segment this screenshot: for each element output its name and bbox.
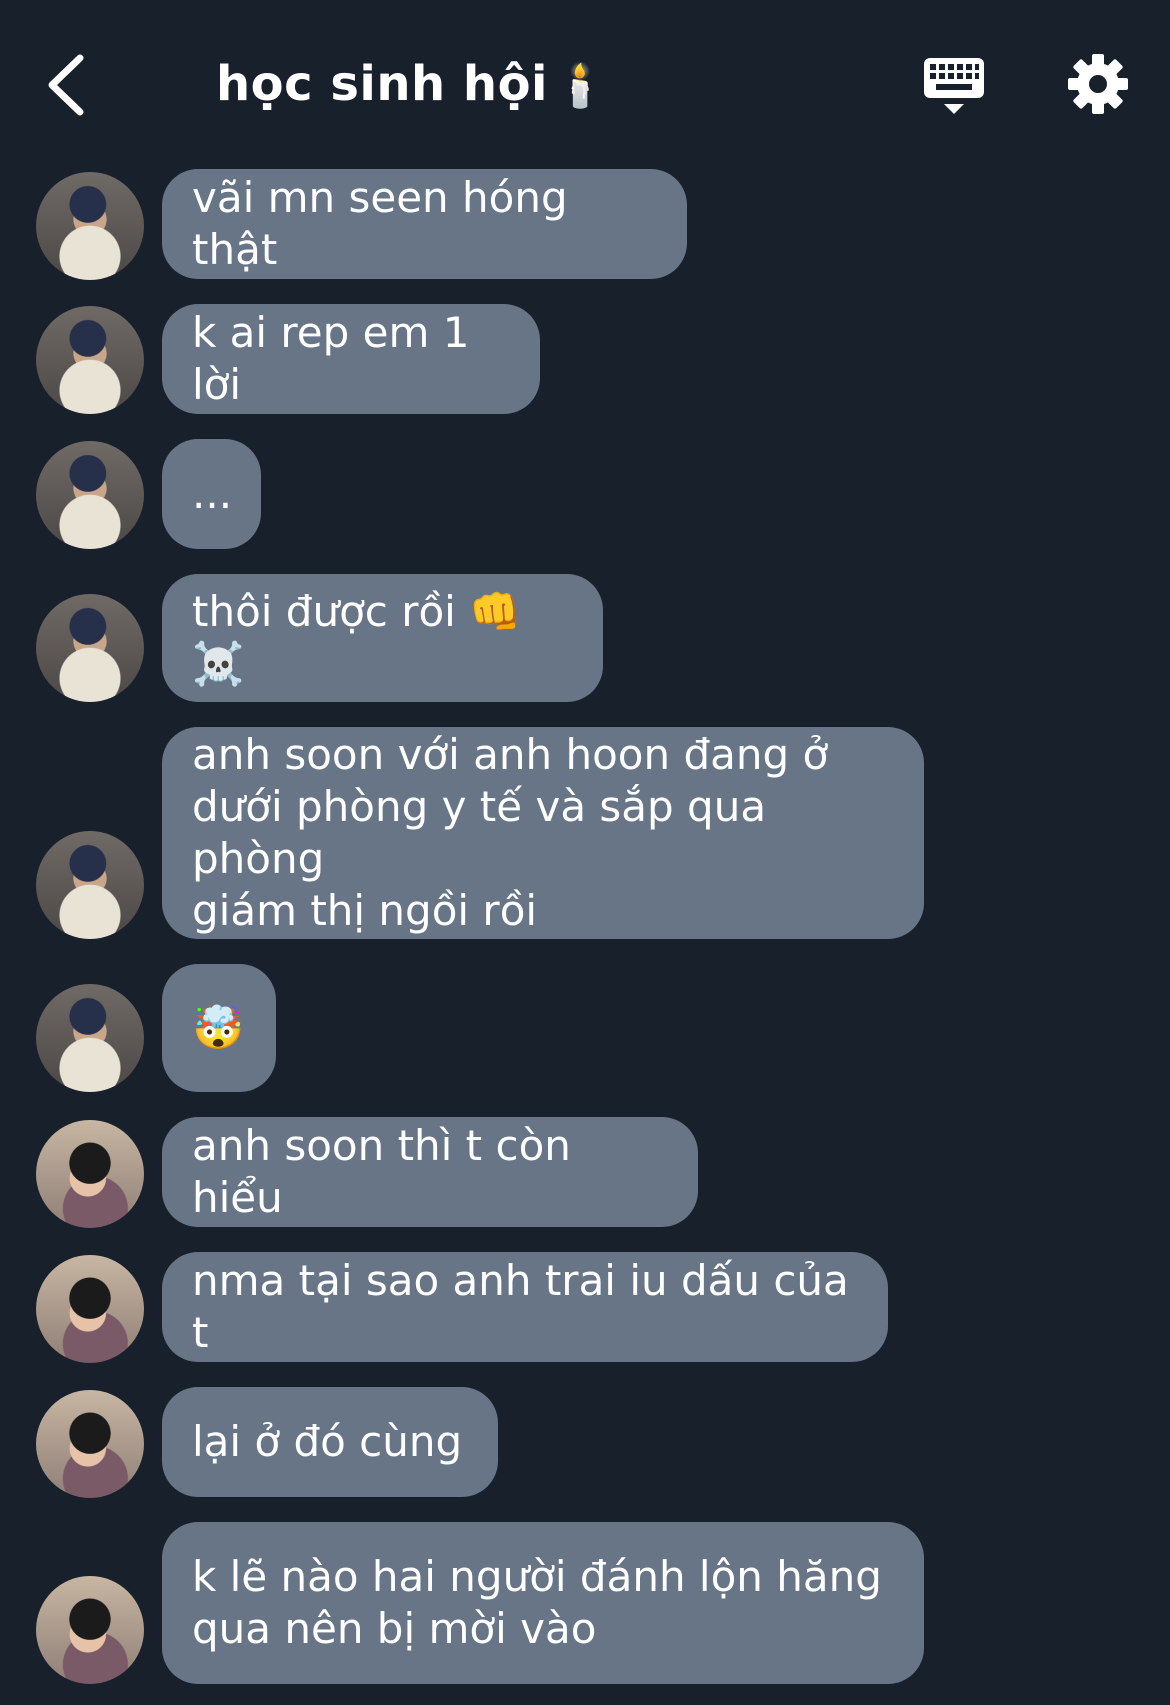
avatar[interactable] (36, 984, 144, 1092)
message-text: k ai rep em 1 lời (192, 308, 470, 409)
message-text: nma tại sao anh trai iu dấu của t (192, 1256, 849, 1357)
avatar[interactable] (36, 1255, 144, 1363)
message-bubble[interactable]: thôi được rồi 👊 ☠️ (162, 574, 603, 702)
avatar[interactable] (36, 172, 144, 280)
message-bubble[interactable]: k lẽ nào hai người đánh lộn hăng qua nên… (162, 1522, 924, 1684)
message-text: thôi được rồi 👊 ☠️ (192, 587, 522, 688)
avatar[interactable] (36, 831, 144, 939)
settings-button[interactable] (1066, 52, 1130, 116)
message-bubble[interactable]: vãi mn seen hóng thật (162, 169, 687, 279)
message-text: anh soon với anh hoon đang ở dưới phòng … (192, 730, 829, 935)
chat-header: học sinh hội 🕯️ (0, 0, 1170, 160)
candle-icon: 🕯️ (554, 61, 607, 110)
avatar[interactable] (36, 594, 144, 702)
avatar[interactable] (36, 306, 144, 414)
chevron-left-icon (48, 54, 84, 116)
message-bubble[interactable]: anh soon thì t còn hiểu (162, 1117, 698, 1227)
gear-icon (1068, 54, 1128, 114)
message-bubble[interactable]: nma tại sao anh trai iu dấu của t (162, 1252, 888, 1362)
avatar[interactable] (36, 1120, 144, 1228)
message-text: lại ở đó cùng (192, 1417, 463, 1466)
keyboard-button[interactable] (922, 54, 986, 118)
chat-title-text: học sinh hội (216, 56, 548, 112)
avatar[interactable] (36, 441, 144, 549)
message-text: anh soon thì t còn hiểu (192, 1121, 571, 1222)
message-bubble[interactable]: anh soon với anh hoon đang ở dưới phòng … (162, 727, 924, 939)
message-bubble[interactable]: k ai rep em 1 lời (162, 304, 540, 414)
message-text: k lẽ nào hai người đánh lộn hăng qua nên… (192, 1552, 882, 1653)
message-text: 🤯 (192, 1003, 245, 1052)
back-button[interactable] (40, 52, 92, 118)
avatar[interactable] (36, 1576, 144, 1684)
message-bubble[interactable]: lại ở đó cùng (162, 1387, 498, 1497)
message-bubble[interactable]: 🤯 (162, 964, 276, 1092)
keyboard-icon (924, 58, 984, 114)
avatar[interactable] (36, 1390, 144, 1498)
chat-title: học sinh hội 🕯️ (216, 56, 607, 112)
message-text: ... (192, 469, 233, 518)
message-bubble[interactable]: ... (162, 439, 261, 549)
message-text: vãi mn seen hóng thật (192, 173, 568, 274)
